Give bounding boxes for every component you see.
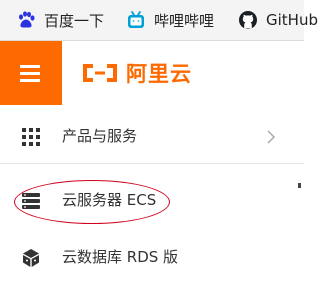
bookmark-github[interactable]: GitHub bbox=[238, 0, 318, 40]
menu-item-products-services[interactable]: 产品与服务 bbox=[0, 108, 304, 164]
tv-icon bbox=[128, 11, 144, 28]
menu-item-label: 云数据库 RDS 版 bbox=[62, 248, 179, 266]
bookmarks-bar: 百度一下 哔哩哔哩 GitHub bbox=[0, 0, 318, 41]
menu-divider bbox=[0, 163, 304, 164]
bookmark-bilibili[interactable]: 哔哩哔哩 bbox=[126, 0, 214, 40]
grid-icon bbox=[22, 128, 40, 146]
paw-icon bbox=[19, 11, 35, 28]
bookmark-baidu[interactable]: 百度一下 bbox=[16, 0, 104, 40]
github-icon bbox=[239, 11, 257, 29]
menu-item-rds[interactable]: 云数据库 RDS 版 bbox=[0, 229, 304, 285]
bookmark-label: 哔哩哔哩 bbox=[154, 11, 215, 30]
chevron-right-icon bbox=[267, 130, 276, 144]
database-icon bbox=[23, 249, 39, 267]
menu-item-ecs[interactable]: 云服务器 ECS bbox=[0, 172, 304, 228]
site-header: 阿里云 bbox=[0, 41, 304, 105]
aliyun-logo[interactable]: 阿里云 bbox=[80, 57, 192, 89]
bookmark-label: 百度一下 bbox=[44, 11, 105, 30]
menu-item-label: 云服务器 ECS bbox=[62, 191, 157, 209]
logo-text: 阿里云 bbox=[126, 62, 192, 86]
side-menu: 产品与服务 云服务器 ECS 云数据库 RDS 版 bbox=[0, 105, 304, 278]
page-edge-mark bbox=[298, 183, 301, 188]
bookmark-label: GitHub bbox=[266, 11, 318, 29]
menu-item-label: 产品与服务 bbox=[62, 127, 138, 145]
bracket-logo-mark bbox=[83, 64, 117, 82]
server-icon bbox=[22, 193, 40, 209]
menu-toggle-button[interactable] bbox=[0, 41, 62, 105]
hamburger-icon bbox=[20, 65, 40, 68]
